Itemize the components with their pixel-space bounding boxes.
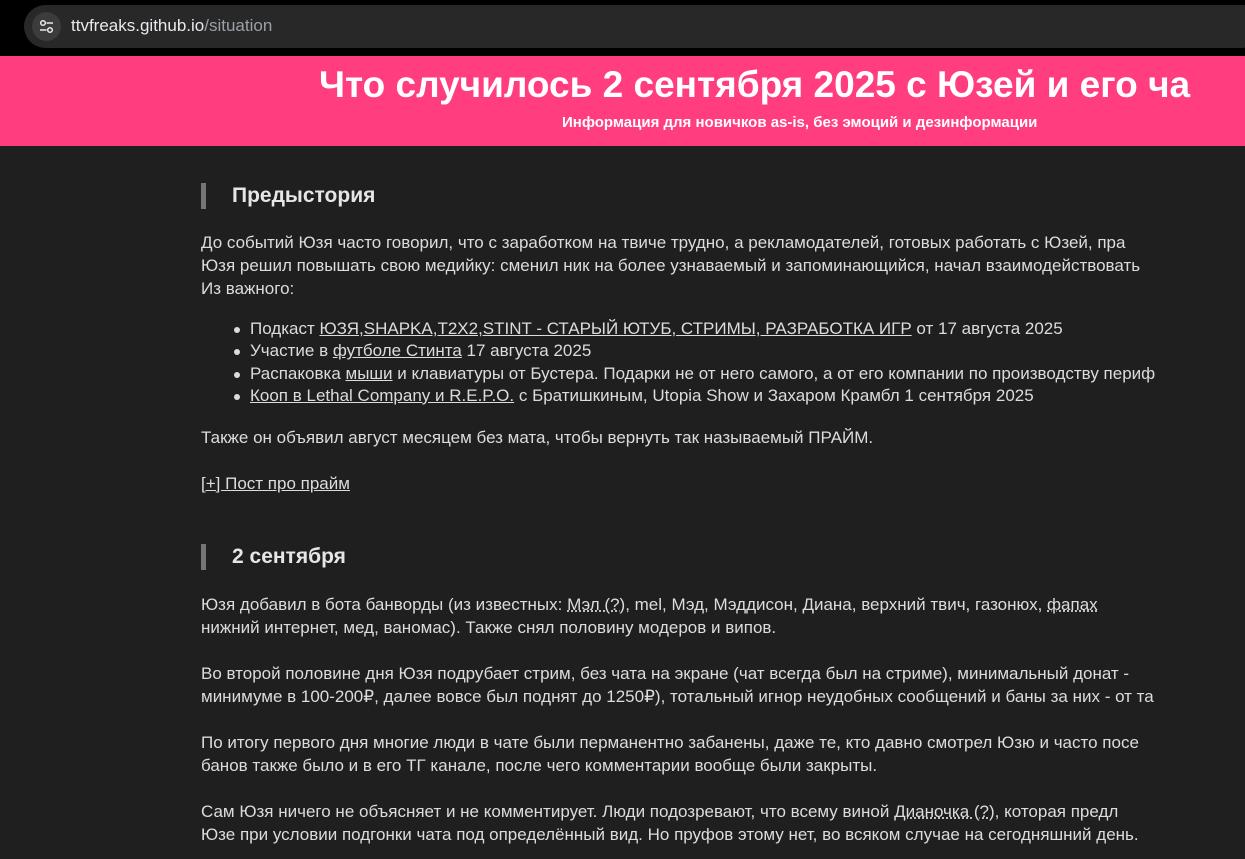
paragraph-line: банов также было и в его ТГ канале, посл… <box>201 756 878 775</box>
list-item-text: 17 августа 2025 <box>461 341 592 361</box>
list-item: Подкаст ЮЗЯ,SHAPKA,T2X2,STINT - СТАРЫЙ Ю… <box>232 318 1155 340</box>
list-item: Распаковка мыши и клавиатуры от Бустера.… <box>232 363 1155 385</box>
text-fragment: Юзя добавил в бота банворды (из известны… <box>201 595 568 614</box>
prime-post-toggle[interactable]: [+] Пост про прайм <box>201 474 350 493</box>
prime-post-paragraph: [+] Пост про прайм <box>201 472 350 495</box>
dianochka-link[interactable]: Дианочка (?) <box>894 802 995 821</box>
intro-paragraph: До событий Юзя часто говорил, что с зара… <box>201 231 1140 300</box>
podcast-link[interactable]: ЮЗЯ,SHAPKA,T2X2,STINT - СТАРЫЙ ЮТУБ, СТР… <box>320 319 912 338</box>
section-heading-sept2: 2 сентября <box>201 544 346 570</box>
coop-link[interactable]: Кооп в Lethal Company и R.E.P.O. <box>250 386 514 405</box>
page-title: Что случилось 2 сентября 2025 с Юзей и е… <box>319 64 1191 105</box>
browser-toolbar: ttvfreaks.github.io/situation <box>0 0 1245 56</box>
text-fragment: Сам Юзя ничего не объясняет и не коммент… <box>201 802 895 821</box>
list-item-text: Подкаст <box>250 319 320 338</box>
page-subtitle: Информация для новичков as-is, без эмоци… <box>562 114 1038 131</box>
section-heading-background: Предыстория <box>201 183 375 209</box>
url-path: /situation <box>204 16 273 35</box>
list-item-text: от 17 августа 2025 <box>911 319 1063 338</box>
paragraph-line: Юзе при условии подгонки чата под опреде… <box>201 825 1139 844</box>
banwords-paragraph: Юзя добавил в бота банворды (из известны… <box>201 593 1098 639</box>
events-list: Подкаст ЮЗЯ,SHAPKA,T2X2,STINT - СТАРЫЙ Ю… <box>232 318 1155 407</box>
football-link[interactable]: футболе Стинта <box>333 341 462 360</box>
page-banner: Что случилось 2 сентября 2025 с Юзей и е… <box>0 56 1245 146</box>
article-content: Предыстория До событий Юзя часто говорил… <box>0 146 1245 859</box>
url-text[interactable]: ttvfreaks.github.io/situation <box>71 16 272 36</box>
intro-line: Из важного: <box>201 279 295 298</box>
list-item-text: и клавиатуры от Бустера. Подарки не от н… <box>392 363 1156 383</box>
paragraph-line: минимуме в 100-200₽, далее вовсе был под… <box>201 687 1154 706</box>
paragraph-line: Юзя добавил в бота банворды (из известны… <box>201 593 1098 616</box>
url-host: ttvfreaks.github.io <box>71 16 205 35</box>
fapah-link[interactable]: фапах <box>1047 595 1098 614</box>
paragraph-line: Во второй половине дня Юзя подрубает стр… <box>201 664 1130 683</box>
text-fragment: , которая предл <box>994 802 1119 821</box>
list-item: Кооп в Lethal Company и R.E.P.O. с Брати… <box>232 385 1155 407</box>
tune-icon[interactable] <box>32 12 61 41</box>
explanation-paragraph: Сам Юзя ничего не объясняет и не коммент… <box>201 800 1139 846</box>
paragraph-line: нижний интернет, мед, ваномас). Также сн… <box>201 618 777 637</box>
list-item-text: с Братишкиным, Utopia Show и Захаром Кра… <box>514 385 1034 405</box>
paragraph-line: По итогу первого дня многие люди в чате … <box>201 733 1139 752</box>
paragraph-line: Сам Юзя ничего не объясняет и не коммент… <box>201 800 1139 823</box>
list-item-text: Участие в <box>250 341 333 361</box>
intro-line: Юзя решил повышать свою медийку: сменил … <box>201 256 1141 275</box>
mel-link[interactable]: Мэл (?) <box>567 595 625 614</box>
stream-paragraph: Во второй половине дня Юзя подрубает стр… <box>201 662 1154 708</box>
intro-line: До событий Юзя часто говорил, что с зара… <box>201 233 1126 252</box>
mouse-link[interactable]: мыши <box>346 364 393 383</box>
list-item-text: Распаковка <box>250 363 346 383</box>
address-bar[interactable]: ttvfreaks.github.io/situation <box>24 5 1245 48</box>
list-item: Участие в футболе Стинта 17 августа 2025 <box>232 340 1155 362</box>
text-fragment: , mel, Мэд, Мэддисон, Диана, верхний тви… <box>625 595 1048 614</box>
prime-paragraph: Также он объявил август месяцем без мата… <box>201 428 874 447</box>
bans-paragraph: По итогу первого дня многие люди в чате … <box>201 731 1139 777</box>
